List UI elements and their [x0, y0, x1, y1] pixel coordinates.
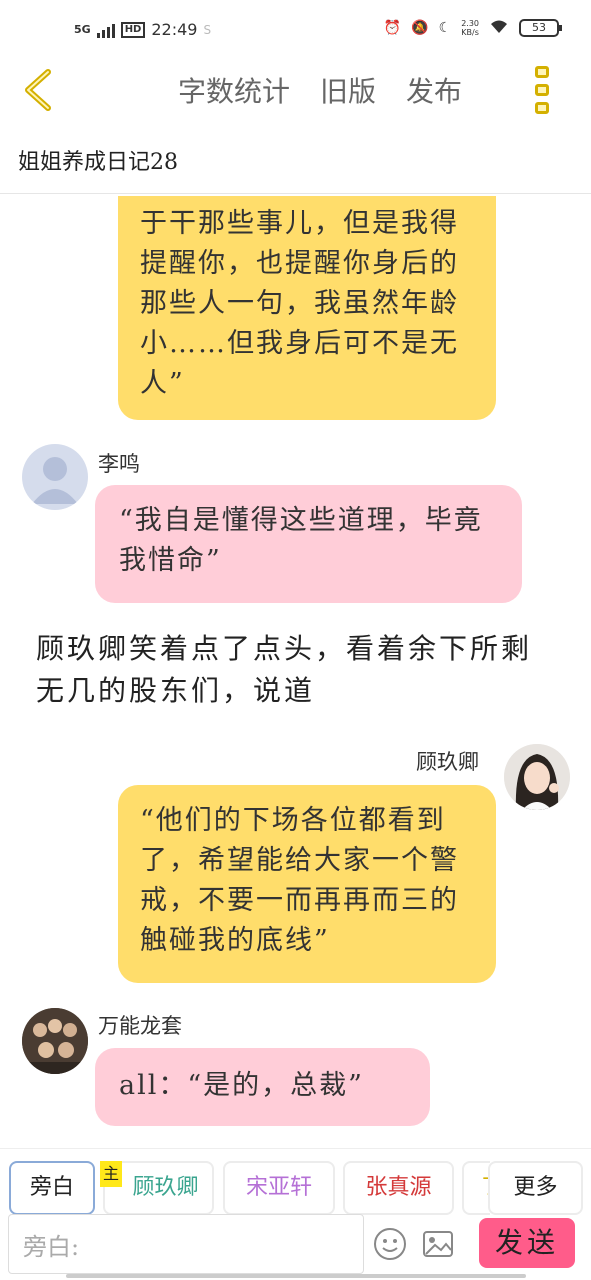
character-label: 顾玖卿 [132, 1175, 199, 1200]
back-button[interactable] [18, 68, 62, 112]
send-button[interactable]: 发送 [479, 1218, 575, 1268]
chevron-left-icon [25, 69, 51, 111]
moon-icon: ☾ [438, 20, 452, 36]
user-photo-icon [504, 744, 570, 810]
word-count-button[interactable]: 字数统计 [178, 70, 290, 110]
menu-dot-icon [535, 66, 549, 78]
emoji-icon [374, 1228, 406, 1260]
status-bar: 5G HD 22:49 S ⏰ 🔕 ☾ 2.30 KB/s 53 [0, 0, 591, 60]
wifi-icon [489, 18, 509, 38]
old-version-button[interactable]: 旧版 [320, 70, 376, 110]
net-speed: 2.30 KB/s [461, 19, 479, 37]
alarm-icon: ⏰ [383, 20, 402, 36]
image-icon [423, 1231, 453, 1257]
home-indicator[interactable] [66, 1274, 526, 1278]
message-bubble-extras[interactable]: all：“是的，总裁” [95, 1048, 430, 1126]
main-character-badge: 主 [100, 1161, 122, 1187]
signal-icon [96, 22, 115, 38]
notification-icon: S [203, 22, 212, 37]
mute-icon: 🔕 [411, 20, 429, 36]
hd-badge: HD [120, 21, 146, 38]
net-speed-value: 2.30 [461, 19, 479, 28]
clock: 22:49 [151, 20, 198, 39]
avatar-extras[interactable] [22, 1008, 88, 1074]
message-text: 于干那些事儿，但是我得提醒你，也提醒你身后的那些人一句，我虽然年龄小……但我身后… [140, 208, 459, 399]
message-text: “他们的下场各位都看到了，希望能给大家一个警戒，不要一而再再而三的触碰我的底线” [140, 805, 459, 956]
battery-icon: 53 [519, 19, 562, 37]
character-label: 宋亚轩 [245, 1175, 312, 1200]
more-label: 更多 [513, 1175, 558, 1200]
editor-header: 字数统计 旧版 发布 [0, 60, 591, 120]
status-right: ⏰ 🔕 ☾ 2.30 KB/s 53 [383, 18, 562, 38]
character-narrator-button[interactable]: 旁白 [9, 1161, 95, 1215]
input-bar: 旁白: 发送 [0, 1210, 591, 1280]
story-title: 姐姐养成日记28 [18, 150, 178, 175]
character-song-yaxuan-button[interactable]: 宋亚轩 [223, 1161, 335, 1215]
avatar-li-ming[interactable] [22, 444, 88, 510]
message-text: all：“是的，总裁” [119, 1070, 364, 1101]
network-type: 5G [74, 23, 91, 36]
default-user-icon [32, 457, 78, 504]
character-zhang-zhenyuan-button[interactable]: 张真源 [343, 1161, 454, 1215]
emoji-button[interactable] [372, 1226, 408, 1262]
message-bubble-gu-jiuqing[interactable]: “他们的下场各位都看到了，希望能给大家一个警戒，不要一而再再而三的触碰我的底线” [118, 785, 496, 983]
speaker-name: 顾玖卿 [416, 750, 479, 774]
chat-area[interactable]: 于干那些事儿，但是我得提醒你，也提醒你身后的那些人一句，我虽然年龄小……但我身后… [0, 196, 591, 1142]
speaker-name: 李鸣 [98, 452, 140, 476]
group-photo-icon [22, 1008, 88, 1074]
speaker-name: 万能龙套 [98, 1014, 182, 1038]
net-speed-unit: KB/s [461, 28, 479, 37]
image-button[interactable] [420, 1226, 456, 1262]
message-bubble-gu-jiuqing[interactable]: 于干那些事儿，但是我得提醒你，也提醒你身后的那些人一句，我虽然年龄小……但我身后… [118, 196, 496, 420]
menu-dot-icon [535, 84, 549, 96]
character-label: 旁白 [29, 1175, 74, 1200]
more-menu-button[interactable] [535, 66, 553, 114]
character-partial-button[interactable]: 丁 [462, 1161, 490, 1215]
message-bubble-li-ming[interactable]: “我自是懂得这些道理，毕竟我惜命” [95, 485, 522, 603]
message-text: “我自是懂得这些道理，毕竟我惜命” [119, 505, 483, 576]
character-label: 张真源 [365, 1175, 432, 1200]
narration-text[interactable]: 顾玖卿笑着点了点头，看着余下所剩无几的股东们，说道 [36, 628, 556, 712]
story-title-bar[interactable]: 姐姐养成日记28 [0, 130, 591, 194]
menu-dot-icon [535, 102, 549, 114]
avatar-gu-jiuqing[interactable] [504, 744, 570, 810]
publish-button[interactable]: 发布 [406, 70, 462, 110]
more-characters-button[interactable]: 更多 [488, 1161, 583, 1215]
header-actions: 字数统计 旧版 发布 [178, 70, 462, 110]
status-left: 5G HD 22:49 S [74, 20, 211, 39]
message-input[interactable]: 旁白: [8, 1214, 364, 1274]
